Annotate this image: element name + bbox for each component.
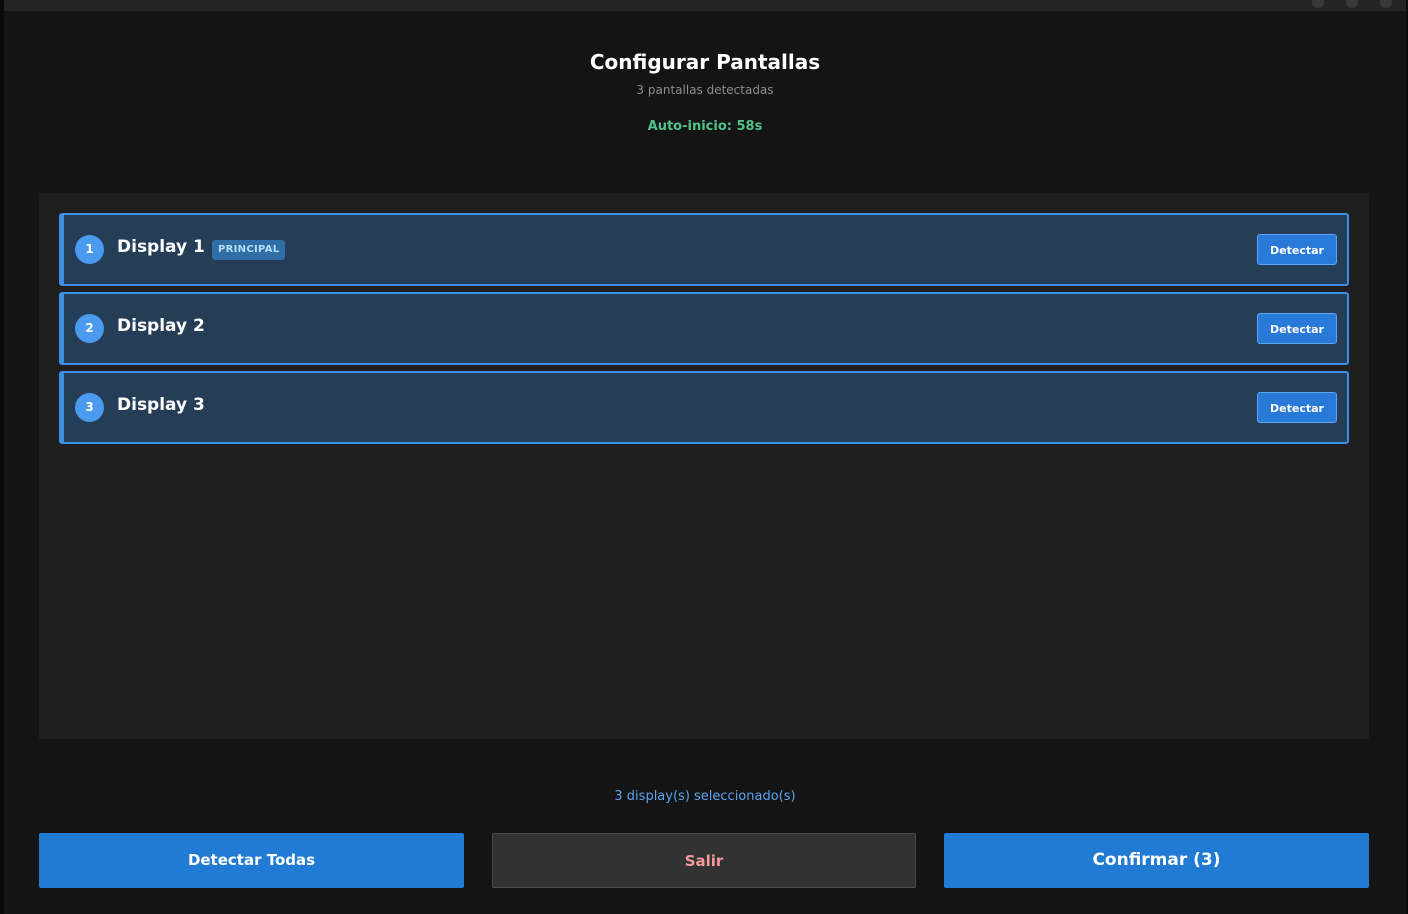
display-row-2[interactable]: 2 Display 2 Detectar (59, 292, 1349, 365)
detect-display-2-button[interactable]: Detectar (1257, 313, 1337, 344)
selected-count-status: 3 display(s) seleccionado(s) (614, 789, 796, 804)
maximize-icon[interactable] (1346, 0, 1358, 8)
primary-badge: PRINCIPAL (212, 240, 286, 260)
display-row-3[interactable]: 3 Display 3 Detectar (59, 371, 1349, 444)
display-number-badge: 3 (75, 393, 104, 422)
exit-button[interactable]: Salir (492, 833, 916, 888)
display-list-panel: 1 Display 1 PRINCIPAL Detectar 2 Display… (39, 193, 1369, 739)
displays-detected-count: 3 pantallas detectadas (636, 83, 774, 97)
minimize-icon[interactable] (1312, 0, 1324, 8)
detect-display-3-button[interactable]: Detectar (1257, 392, 1337, 423)
display-config-window: Configurar Pantallas 3 pantallas detecta… (4, 0, 1406, 914)
detect-all-button[interactable]: Detectar Todas (39, 833, 464, 888)
display-row-1[interactable]: 1 Display 1 PRINCIPAL Detectar (59, 213, 1349, 286)
auto-start-countdown: Auto-inicio: 58s (647, 119, 763, 134)
display-number-badge: 1 (75, 235, 104, 264)
title-bar (4, 0, 1406, 11)
confirm-button[interactable]: Confirmar (3) (944, 833, 1369, 888)
detect-display-1-button[interactable]: Detectar (1257, 234, 1337, 265)
page-title: Configurar Pantallas (589, 50, 821, 74)
display-name: Display 3 (117, 395, 205, 415)
display-name: Display 1 (117, 237, 205, 257)
close-icon[interactable] (1380, 0, 1392, 8)
display-name: Display 2 (117, 316, 205, 336)
display-number-badge: 2 (75, 314, 104, 343)
